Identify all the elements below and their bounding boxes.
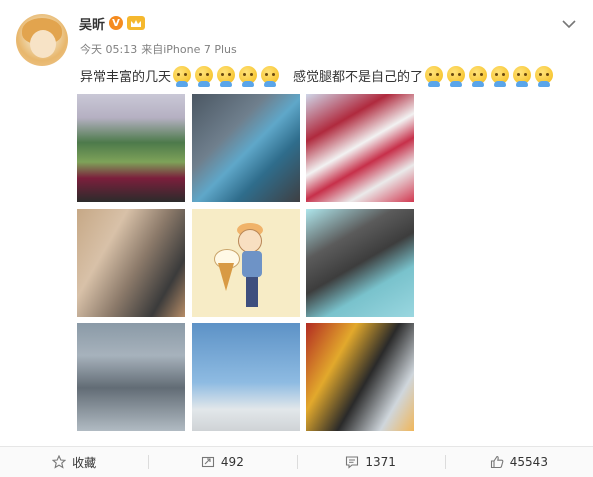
thumbs-up-icon [490, 455, 504, 469]
action-bar: 收藏 492 1371 45543 [0, 446, 593, 477]
photo-grid [77, 94, 416, 432]
verified-badge[interactable]: V [109, 16, 124, 30]
weibo-post-card: 吴昕 V 今天 05:13 来自iPhone 7 Plus 异常丰富的几天 感觉… [0, 0, 593, 477]
illustration-ice-cream-cone [218, 263, 234, 291]
smiling-face-emoji [491, 66, 510, 87]
smiling-face-emoji [469, 66, 488, 87]
photo-tower-sky[interactable] [306, 209, 414, 317]
repost-count: 492 [220, 455, 244, 469]
smiling-face-emoji [261, 66, 280, 87]
like-button[interactable]: 45543 [444, 447, 593, 477]
star-outline-icon [52, 455, 67, 469]
photo-stadium[interactable] [77, 94, 185, 202]
smiling-face-emoji [513, 66, 532, 87]
avatar-face [30, 30, 56, 58]
chevron-down-icon [562, 14, 576, 33]
photo-mirror-reflection[interactable] [77, 323, 185, 431]
avatar[interactable] [16, 14, 68, 66]
like-count: 45543 [509, 455, 548, 469]
illustration-legs [246, 277, 258, 307]
smiling-face-emoji [173, 66, 192, 87]
photo-colorful-poster[interactable] [306, 323, 414, 431]
post-time[interactable]: 今天 05:13 [80, 41, 137, 57]
member-crown-icon[interactable] [127, 16, 146, 30]
photo-ice-cream-statue[interactable] [77, 209, 185, 317]
comment-button[interactable]: 1371 [296, 447, 445, 477]
repost-button[interactable]: 492 [148, 447, 296, 477]
comment-count: 1371 [365, 455, 396, 469]
smiling-face-emoji [425, 66, 444, 87]
smiling-face-emoji [239, 66, 258, 87]
smiling-face-emoji [535, 66, 554, 87]
post-source: 来自iPhone 7 Plus [141, 43, 237, 56]
repost-icon [201, 455, 215, 469]
post-text-part1: 异常丰富的几天 [80, 69, 172, 85]
author-row: 吴昕 V [79, 13, 146, 33]
photo-selfie-scarf[interactable] [306, 94, 414, 202]
post-text-part2: 感觉腿都不是自己的了 [293, 69, 424, 85]
author-name[interactable]: 吴昕 [79, 14, 105, 33]
comment-icon [345, 455, 359, 469]
illustration-body [242, 251, 262, 277]
post-meta: 今天 05:13 来自iPhone 7 Plus [80, 41, 237, 57]
smiling-face-emoji [447, 66, 466, 87]
post-menu-button[interactable] [559, 13, 579, 33]
photo-illustration[interactable] [192, 209, 300, 317]
post-text: 异常丰富的几天 感觉腿都不是自己的了 [80, 62, 580, 88]
favorite-button[interactable]: 收藏 [0, 447, 148, 477]
smiling-face-emoji [217, 66, 236, 87]
illustration-head [238, 229, 262, 253]
smiling-face-emoji [195, 66, 214, 87]
favorite-label: 收藏 [72, 455, 97, 470]
photo-blue-sky-street[interactable] [192, 323, 300, 431]
photo-ad-kiosk[interactable] [192, 94, 300, 202]
